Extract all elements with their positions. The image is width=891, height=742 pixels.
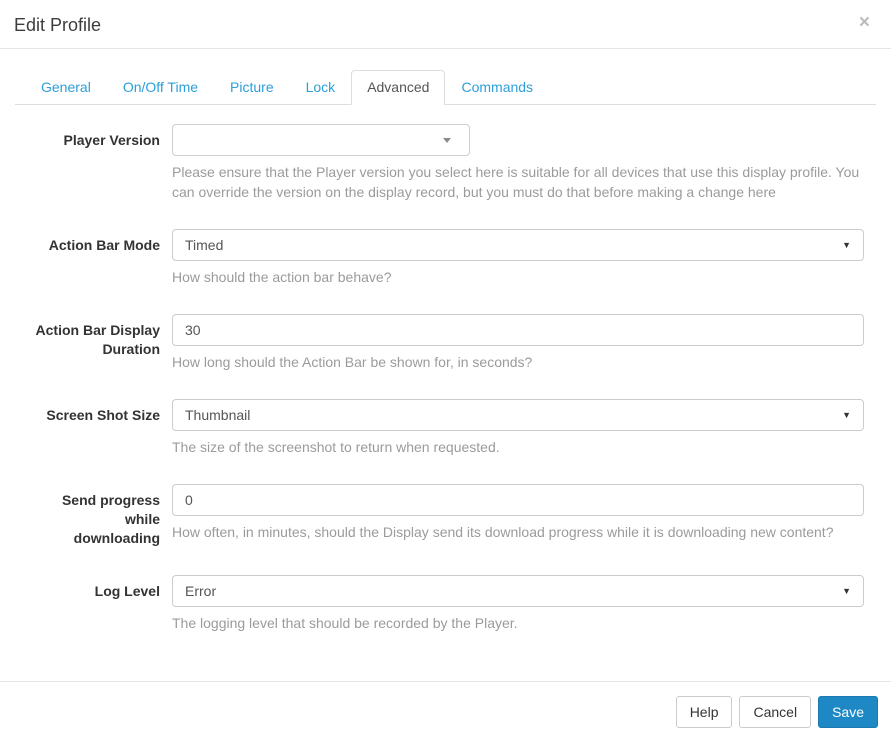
action-bar-duration-input[interactable] [172,314,864,346]
modal-footer: Help Cancel Save [0,681,891,742]
tab-onoff-time[interactable]: On/Off Time [107,70,214,105]
log-level-row: Log Level Error ▼ The logging level that… [25,575,864,633]
player-version-row: Player Version Please ensure that the Pl… [25,124,864,202]
edit-profile-modal: Edit Profile × General On/Off Time Pictu… [0,0,891,742]
action-bar-mode-help: How should the action bar behave? [172,269,392,285]
player-version-help: Please ensure that the Player version yo… [172,164,860,200]
tab-advanced[interactable]: Advanced [351,70,446,105]
screen-shot-size-row: Screen Shot Size Thumbnail ▼ The size of… [25,399,864,457]
help-button[interactable]: Help [675,696,733,728]
log-level-help: The logging level that should be recorde… [172,615,518,631]
screen-shot-size-select[interactable]: Thumbnail ▼ [172,399,864,431]
tab-commands[interactable]: Commands [445,70,549,105]
tab-lock[interactable]: Lock [290,70,352,105]
save-button[interactable]: Save [818,696,878,728]
cancel-button[interactable]: Cancel [739,696,812,728]
screen-shot-size-label: Screen Shot Size [46,407,160,423]
action-bar-mode-row: Action Bar Mode Timed ▼ How should the a… [25,229,864,287]
close-icon[interactable]: × [859,13,870,32]
chevron-down-icon: ▼ [842,410,851,420]
tab-general[interactable]: General [25,70,107,105]
advanced-tab-form: Player Version Please ensure that the Pl… [15,124,876,633]
action-bar-duration-row: Action Bar Display Duration How long sho… [25,314,864,372]
send-progress-input[interactable] [172,484,864,516]
screen-shot-size-value: Thumbnail [185,407,251,423]
modal-body: General On/Off Time Picture Lock Advance… [0,49,891,633]
action-bar-mode-select[interactable]: Timed ▼ [172,229,864,261]
log-level-value: Error [185,583,217,599]
chevron-down-icon [443,137,451,143]
log-level-label: Log Level [94,583,160,599]
log-level-select[interactable]: Error ▼ [172,575,864,607]
chevron-down-icon: ▼ [842,240,851,250]
tab-picture[interactable]: Picture [214,70,290,105]
screen-shot-size-help: The size of the screenshot to return whe… [172,439,500,455]
modal-header: Edit Profile × [0,0,891,49]
chevron-down-icon: ▼ [842,586,851,596]
modal-title: Edit Profile [14,15,102,35]
action-bar-duration-label: Action Bar Display Duration [35,322,160,357]
action-bar-mode-label: Action Bar Mode [48,237,160,253]
send-progress-help: How often, in minutes, should the Displa… [172,524,834,540]
send-progress-row: Send progress while downloading How ofte… [25,484,864,548]
action-bar-mode-value: Timed [185,237,224,253]
action-bar-duration-help: How long should the Action Bar be shown … [172,354,533,370]
send-progress-label: Send progress while downloading [61,492,160,546]
tab-bar: General On/Off Time Picture Lock Advance… [15,70,876,105]
player-version-select[interactable] [172,124,470,156]
player-version-label: Player Version [63,132,160,148]
